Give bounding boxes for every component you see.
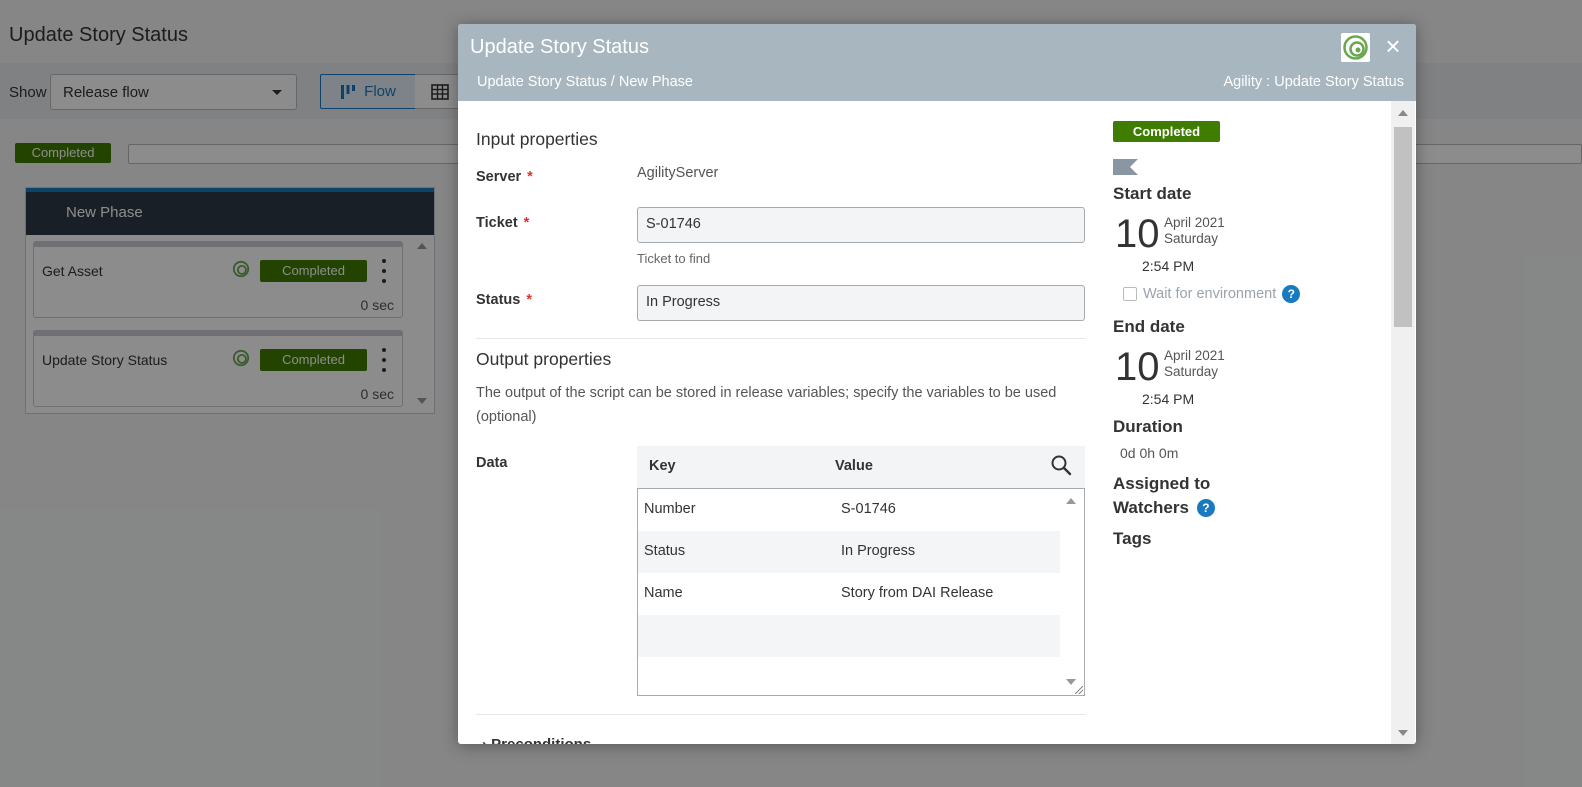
resize-handle[interactable] (1075, 686, 1083, 694)
task-status-badge: Completed (1113, 121, 1220, 142)
table-cell-key: Status (644, 543, 686, 559)
scroll-down-icon[interactable] (1066, 679, 1076, 685)
required-marker: * (526, 292, 532, 308)
start-day[interactable]: 10 (1115, 214, 1160, 254)
table-row[interactable] (638, 615, 1060, 657)
start-month-year: April 2021 (1164, 215, 1225, 230)
divider (476, 338, 1085, 339)
scrollbar-thumb[interactable] (1394, 127, 1412, 327)
wait-for-environment[interactable]: Wait for environment ? (1123, 285, 1301, 303)
table-row[interactable]: Status In Progress (638, 531, 1060, 573)
output-properties-title: Output properties (476, 349, 612, 369)
close-icon[interactable]: × (1379, 32, 1407, 60)
chevron-right-icon: › (482, 736, 487, 744)
scroll-up-icon[interactable] (1066, 498, 1076, 504)
breadcrumb: Update Story Status / New Phase (477, 74, 693, 90)
help-icon[interactable]: ? (1196, 499, 1215, 517)
duration-label: Duration (1113, 417, 1183, 436)
ticket-input[interactable]: S-01746 (637, 207, 1085, 243)
start-time[interactable]: 2:54 PM (1142, 258, 1194, 274)
data-table-header: Key Value (637, 446, 1085, 488)
tags-label: Tags (1113, 529, 1152, 548)
assigned-to-label: Assigned to (1113, 474, 1211, 493)
ticket-label: Ticket * (476, 215, 530, 231)
table-row[interactable]: Number S-01746 (638, 489, 1060, 531)
data-table[interactable]: Number S-01746 Status In Progress Name S… (637, 488, 1085, 696)
data-label: Data (476, 455, 508, 471)
preconditions-label: Preconditions (491, 736, 591, 744)
search-icon[interactable] (1049, 453, 1073, 477)
status-label: Status * (476, 292, 532, 308)
task-details-modal: Update Story Status Update Story Status … (458, 24, 1416, 744)
duration-value: 0d 0h 0m (1120, 445, 1179, 461)
table-cell-key: Number (644, 501, 696, 517)
end-day[interactable]: 10 (1115, 347, 1160, 387)
modal-scrollbar[interactable] (1391, 101, 1415, 744)
status-input[interactable]: In Progress (637, 285, 1085, 321)
output-description: The output of the script can be stored i… (476, 385, 1057, 425)
scroll-up-icon[interactable] (1398, 110, 1408, 116)
end-month-year: April 2021 (1164, 348, 1225, 363)
wait-for-environment-label: Wait for environment (1143, 286, 1277, 302)
table-cell-value: Story from DAI Release (841, 585, 994, 601)
table-cell-key: Name (644, 585, 683, 601)
flag-icon[interactable] (1113, 159, 1138, 175)
server-value: AgilityServer (637, 165, 719, 181)
modal-body: Input properties Server * AgilityServer T… (458, 101, 1416, 744)
table-cell-value: S-01746 (841, 501, 896, 517)
table-cell-value: In Progress (841, 543, 916, 559)
required-marker: * (527, 169, 533, 185)
modal-title: Update Story Status (470, 36, 649, 58)
input-properties-title: Input properties (476, 129, 598, 149)
end-date-label: End date (1113, 317, 1185, 336)
required-marker: * (523, 215, 530, 231)
divider (476, 714, 1085, 715)
modal-header: Update Story Status Update Story Status … (458, 24, 1416, 101)
table-row[interactable]: Name Story from DAI Release (638, 573, 1060, 615)
watchers-label: Watchers ? (1113, 498, 1215, 518)
server-label: Server * (476, 169, 533, 185)
end-time[interactable]: 2:54 PM (1142, 391, 1194, 407)
start-date-label: Start date (1113, 184, 1192, 203)
end-weekday: Saturday (1164, 364, 1219, 379)
scroll-down-icon[interactable] (1398, 730, 1408, 736)
ticket-hint: Ticket to find (637, 251, 711, 266)
value-column-header: Value (835, 458, 873, 474)
key-column-header: Key (649, 458, 676, 474)
wait-for-environment-checkbox[interactable] (1123, 287, 1137, 301)
help-icon[interactable]: ? (1282, 285, 1301, 303)
agility-logo-icon (1341, 33, 1370, 62)
preconditions-toggle[interactable]: › Preconditions (482, 736, 591, 744)
plugin-name: Agility : Update Story Status (1223, 74, 1404, 90)
start-weekday: Saturday (1164, 231, 1219, 246)
